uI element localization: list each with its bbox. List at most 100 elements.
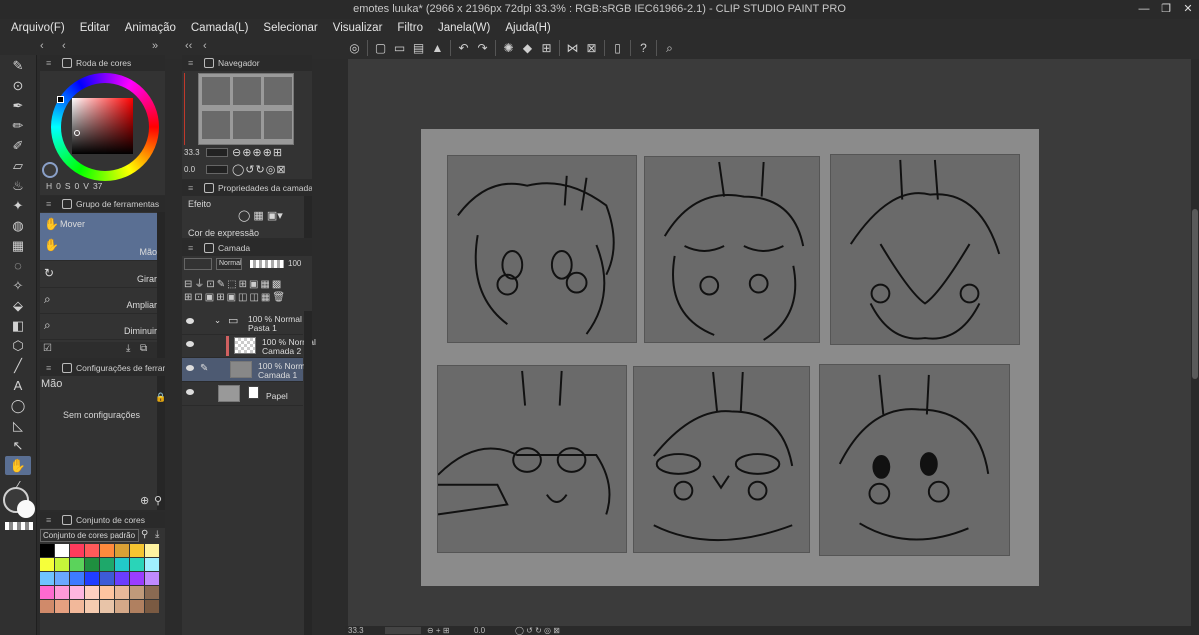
help-icon[interactable]: ? — [635, 40, 652, 56]
color-swatch[interactable] — [40, 544, 54, 557]
export-icon[interactable]: ▲ — [429, 40, 446, 56]
wrench-icon[interactable]: ⚲ — [154, 494, 162, 507]
eye-icon[interactable] — [186, 318, 194, 324]
color-swatch[interactable] — [115, 572, 129, 585]
color-swatch[interactable] — [70, 572, 84, 585]
color-swatch[interactable] — [130, 600, 144, 613]
color-swatch[interactable] — [145, 600, 159, 613]
color-swatch[interactable] — [55, 586, 69, 599]
color-marker[interactable] — [74, 130, 80, 136]
blend-mode-select[interactable]: Normal — [216, 258, 242, 270]
fill-bucket-icon[interactable]: ⬙ — [5, 296, 31, 315]
transform-icon[interactable]: ⊞ — [538, 40, 555, 56]
color-swatch[interactable] — [115, 558, 129, 571]
deselect-icon[interactable]: ⊠ — [583, 40, 600, 56]
color-swatch[interactable] — [115, 544, 129, 557]
color-swatch[interactable] — [40, 558, 54, 571]
nav-zoom-buttons[interactable]: ⊖⊕⊕⊕⊞ — [232, 146, 283, 159]
import-icon[interactable]: ⤓ — [155, 529, 159, 540]
clear-icon[interactable]: ✺ — [500, 40, 517, 56]
color-swatch[interactable] — [85, 558, 99, 571]
zoom-slider[interactable] — [206, 148, 228, 157]
status-angle[interactable]: 0.0 — [474, 626, 485, 635]
auto-select-icon[interactable]: ✧ — [5, 276, 31, 295]
subtool-zoom-in[interactable]: ⌕ Ampliar — [40, 288, 157, 314]
minimize-button[interactable]: — — [1133, 0, 1155, 19]
saturation-value-square[interactable] — [72, 98, 133, 154]
color-swatch[interactable] — [145, 586, 159, 599]
color-swatch[interactable] — [130, 572, 144, 585]
nav-angle-value[interactable]: 0.0 — [184, 165, 195, 174]
color-swatch[interactable] — [100, 544, 114, 557]
blend-icon[interactable]: ◍ — [5, 216, 31, 235]
color-swatch[interactable] — [100, 558, 114, 571]
layer-row[interactable]: 100 % Normal Camada 2 — [182, 334, 316, 358]
new-file-icon[interactable]: ▢ — [372, 40, 389, 56]
subtool-hand[interactable]: ✋ Mão — [40, 234, 157, 261]
menu-help[interactable]: Ajuda(H) — [505, 22, 550, 34]
open-icon[interactable]: ▭ — [391, 40, 408, 56]
color-swatch[interactable] — [130, 558, 144, 571]
eyedropper-icon[interactable]: ⊙ — [5, 76, 31, 95]
redo-icon[interactable]: ↷ — [474, 40, 491, 56]
close-button[interactable]: ✕ — [1177, 0, 1199, 19]
navigator-preview[interactable] — [198, 73, 294, 145]
status-zoom[interactable]: 33.3 — [348, 626, 364, 635]
layer-tool-row-1[interactable]: ⊟⏚⊡✎⬚⊞▣▦▩ — [184, 275, 283, 290]
status-rotate-buttons[interactable]: ◯ ↺ ↻ ◎ ⊠ — [515, 626, 560, 635]
line-icon[interactable]: ╱ — [5, 356, 31, 375]
color-swatch[interactable] — [145, 572, 159, 585]
vertical-scrollbar[interactable] — [1191, 59, 1199, 626]
search-icon[interactable]: ⌕ — [661, 40, 678, 56]
color-swatch[interactable] — [130, 586, 144, 599]
collapse-icon[interactable]: ‹ — [62, 40, 66, 52]
collapse-icon[interactable]: ‹‹ — [185, 40, 192, 52]
color-swatch[interactable] — [115, 586, 129, 599]
eraser-icon[interactable]: ▱ — [5, 156, 31, 175]
marker-icon[interactable]: ✐ — [5, 136, 31, 155]
color-swatch[interactable] — [85, 572, 99, 585]
menu-animation[interactable]: Animação — [125, 22, 176, 34]
chevron-down-icon[interactable]: ⌄ — [214, 315, 221, 326]
collapse-icon[interactable]: ‹ — [40, 40, 44, 52]
color-swatch[interactable] — [55, 558, 69, 571]
subtool-rotate[interactable]: ↻ Girar — [40, 262, 157, 288]
color-swatch[interactable] — [100, 600, 114, 613]
color-set-select[interactable]: Conjunto de cores padrão — [40, 529, 139, 542]
lasso-icon[interactable]: ◌ — [5, 256, 31, 275]
eye-icon[interactable] — [186, 389, 194, 395]
subtool-zoom-out[interactable]: ⌕ Diminuir — [40, 314, 157, 340]
figure-icon[interactable]: ⬡ — [5, 336, 31, 355]
color-swatch[interactable] — [70, 600, 84, 613]
copy-icon[interactable]: ⧉ — [140, 343, 147, 354]
lock-icon[interactable]: 🔒 — [155, 392, 166, 403]
effect-icons[interactable]: ◯ ▦ ▣▾ — [238, 209, 283, 222]
color-swatch[interactable] — [55, 572, 69, 585]
layer-row[interactable]: Papel — [182, 382, 303, 406]
transparent-color-icon[interactable] — [5, 522, 33, 530]
wrench-icon[interactable]: ⚲ — [141, 529, 148, 540]
color-swatch[interactable] — [145, 558, 159, 571]
save-icon[interactable]: ▤ — [410, 40, 427, 56]
balloon-icon[interactable]: ◯ — [5, 396, 31, 415]
status-zoom-buttons[interactable]: ⊖ + ⊞ — [427, 626, 450, 635]
menu-filter[interactable]: Filtro — [397, 22, 423, 34]
undo-icon[interactable]: ↶ — [455, 40, 472, 56]
pencil-icon[interactable]: ✏ — [5, 116, 31, 135]
sub-color-swatch[interactable] — [17, 500, 35, 518]
device-icon[interactable]: ▯ — [609, 40, 626, 56]
nav-rotate-buttons[interactable]: ◯↺↻◎⊠ — [232, 163, 287, 176]
color-swatch[interactable] — [115, 600, 129, 613]
layer-row[interactable]: ✎ 100 % Normal Camada 1 — [182, 358, 312, 382]
main-color-mini[interactable] — [42, 162, 58, 178]
menu-view[interactable]: Visualizar — [333, 22, 383, 34]
menu-window[interactable]: Janela(W) — [438, 22, 490, 34]
color-swatch[interactable] — [85, 586, 99, 599]
hue-marker[interactable] — [57, 96, 64, 103]
menu-layer[interactable]: Camada(L) — [191, 22, 249, 34]
color-swatch[interactable] — [40, 572, 54, 585]
menu-select[interactable]: Selecionar — [263, 22, 317, 34]
color-swatch[interactable] — [145, 544, 159, 557]
ruler-icon[interactable]: ◺ — [5, 416, 31, 435]
blend-icon[interactable] — [184, 258, 212, 270]
